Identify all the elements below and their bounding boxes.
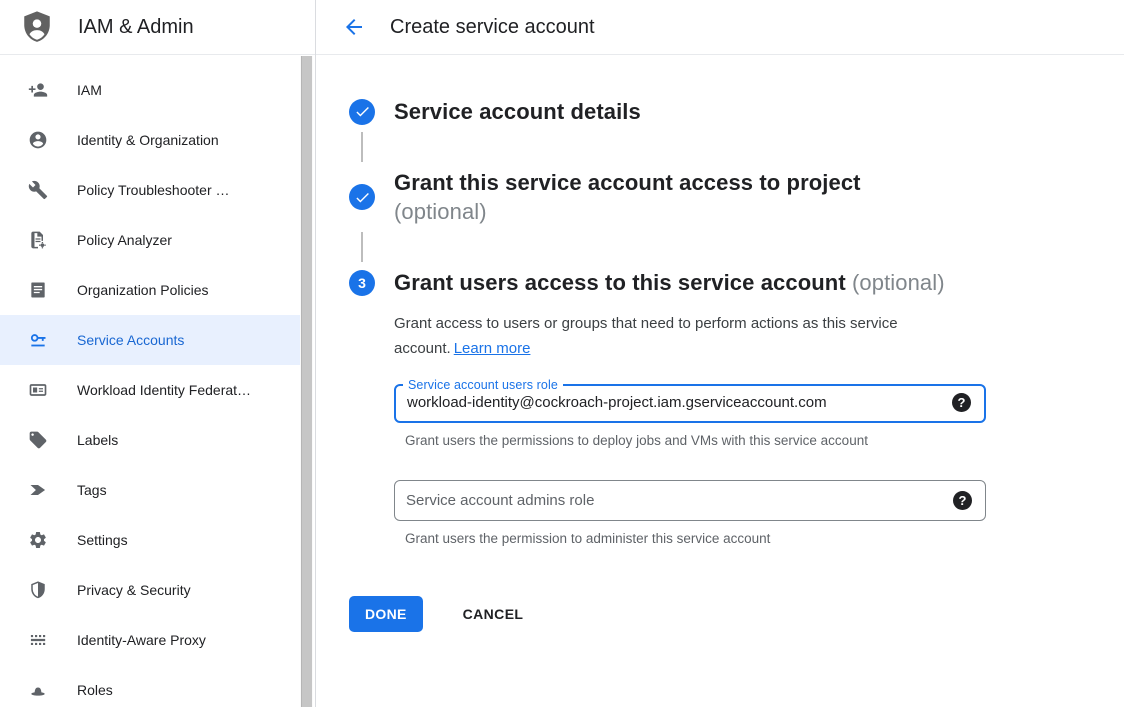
sidebar-item-settings[interactable]: Settings — [0, 515, 300, 565]
document-gear-icon — [28, 230, 48, 250]
document-lines-icon — [28, 280, 48, 300]
step-connector — [361, 232, 363, 262]
form-actions: DONE CANCEL — [349, 596, 1104, 632]
main-area: Create service account Service account d… — [316, 0, 1124, 707]
id-card-icon — [28, 380, 48, 400]
users-role-help-icon[interactable]: ? — [952, 393, 971, 412]
step2-title: Grant this service account access to pro… — [394, 168, 1104, 226]
sidebar-item-roles[interactable]: Roles — [0, 665, 300, 715]
admins-role-help-icon[interactable]: ? — [953, 491, 972, 510]
admins-role-helper-text: Grant users the permission to administer… — [394, 531, 1104, 546]
sidebar-item-iam[interactable]: IAM — [0, 65, 300, 115]
service-account-users-role-input[interactable] — [407, 394, 952, 411]
step-connector — [361, 132, 363, 162]
users-role-helper-text: Grant users the permissions to deploy jo… — [394, 433, 1104, 448]
step3-description: Grant access to users or groups that nee… — [394, 311, 950, 361]
sidebar-item-service-accounts[interactable]: Service Accounts — [0, 315, 300, 365]
step1-title: Service account details — [394, 97, 1104, 126]
sidebar-item-tags[interactable]: Tags — [0, 465, 300, 515]
page-title: Create service account — [390, 16, 595, 39]
step1-completed-check-icon — [349, 99, 375, 125]
step-3: 3 Grant users access to this service acc… — [349, 268, 1104, 297]
shield-half-icon — [28, 580, 48, 600]
person-add-icon — [28, 80, 48, 100]
product-title: IAM & Admin — [78, 16, 194, 39]
sidebar-item-identity-aware-proxy[interactable]: Identity-Aware Proxy — [0, 615, 300, 665]
sidebar-item-organization-policies[interactable]: Organization Policies — [0, 265, 300, 315]
service-account-admins-role-field: ? — [394, 480, 986, 521]
arrow-back-icon — [342, 15, 366, 39]
step2-optional-label: (optional) — [394, 197, 1104, 226]
sidebar-scrollbar[interactable] — [300, 56, 313, 707]
sidebar-nav: IAM Identity & Organization Policy Troub… — [0, 55, 315, 715]
service-account-key-icon — [28, 330, 48, 350]
learn-more-link[interactable]: Learn more — [454, 340, 531, 357]
step3-body: Grant access to users or groups that nee… — [349, 311, 1104, 546]
wrench-icon — [28, 180, 48, 200]
step-2: Grant this service account access to pro… — [349, 168, 1104, 226]
proxy-grid-icon — [28, 630, 48, 650]
gear-icon — [28, 530, 48, 550]
scrollbar-thumb[interactable] — [301, 56, 312, 707]
done-button[interactable]: DONE — [349, 596, 423, 632]
service-account-admins-role-input[interactable] — [406, 492, 953, 509]
app-window: IAM & Admin IAM Identity & Organization … — [0, 0, 1124, 707]
create-service-account-form: Service account details Grant this servi… — [316, 55, 1124, 632]
back-button[interactable] — [340, 13, 368, 41]
step3-optional-label: (optional) — [852, 270, 945, 295]
service-account-users-role-field: Service account users role ? — [394, 378, 986, 423]
sidebar-item-labels[interactable]: Labels — [0, 415, 300, 465]
step2-completed-check-icon — [349, 184, 375, 210]
sidebar-item-policy-analyzer[interactable]: Policy Analyzer — [0, 215, 300, 265]
step3-number-badge: 3 — [349, 270, 375, 296]
page-header: Create service account — [316, 0, 1124, 55]
sidebar-item-identity-organization[interactable]: Identity & Organization — [0, 115, 300, 165]
sidebar-item-policy-troubleshooter[interactable]: Policy Troubleshooter … — [0, 165, 300, 215]
sidebar: IAM & Admin IAM Identity & Organization … — [0, 0, 316, 707]
chevron-tag-icon — [28, 480, 48, 500]
sidebar-item-privacy-security[interactable]: Privacy & Security — [0, 565, 300, 615]
hat-icon — [28, 680, 48, 700]
sidebar-header: IAM & Admin — [0, 0, 315, 55]
iam-admin-shield-icon — [20, 10, 54, 44]
tag-icon — [28, 430, 48, 450]
account-circle-icon — [28, 130, 48, 150]
cancel-button[interactable]: CANCEL — [455, 596, 532, 632]
step-1: Service account details — [349, 97, 1104, 126]
users-role-floating-label: Service account users role — [403, 378, 563, 392]
step3-title: Grant users access to this service accou… — [394, 268, 1104, 297]
sidebar-item-workload-identity-federation[interactable]: Workload Identity Federat… — [0, 365, 300, 415]
